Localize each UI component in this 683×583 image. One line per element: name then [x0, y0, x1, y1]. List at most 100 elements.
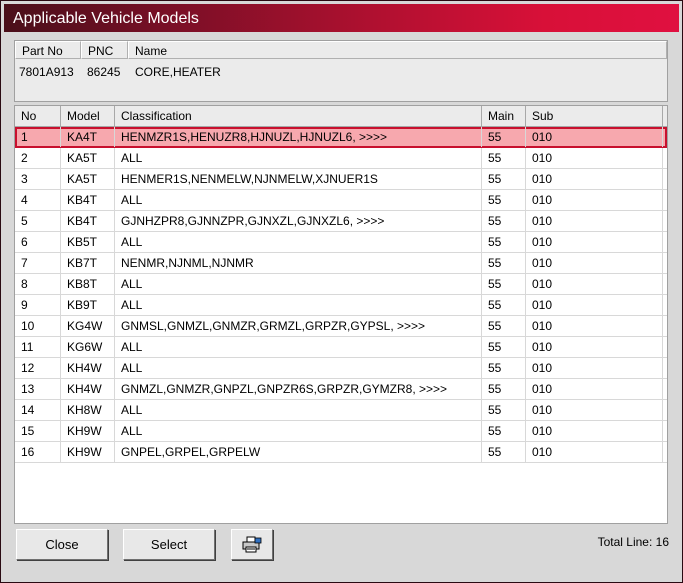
cell-classification: ALL	[115, 274, 482, 294]
cell-sub: 010	[526, 358, 663, 378]
cell-classification: GNMZL,GNMZR,GNPZL,GNPZR6S,GRPZR,GYMZR8, …	[115, 379, 482, 399]
column-header-no[interactable]: No	[15, 106, 61, 127]
cell-filler	[663, 148, 667, 168]
cell-no: 9	[15, 295, 61, 315]
cell-sub: 010	[526, 400, 663, 420]
cell-classification: ALL	[115, 358, 482, 378]
cell-filler	[663, 169, 667, 189]
table-row[interactable]: 8 KB8T ALL 55 010	[15, 274, 667, 295]
cell-model: KB4T	[61, 211, 115, 231]
table-row[interactable]: 16 KH9W GNPEL,GRPEL,GRPELW 55 010	[15, 442, 667, 463]
column-header-model[interactable]: Model	[61, 106, 115, 127]
name-value: CORE,HEATER	[135, 65, 221, 79]
print-button[interactable]	[231, 529, 273, 560]
cell-no: 14	[15, 400, 61, 420]
cell-model: KA4T	[61, 127, 115, 147]
cell-sub: 010	[526, 274, 663, 294]
cell-model: KB4T	[61, 190, 115, 210]
cell-no: 5	[15, 211, 61, 231]
cell-main: 55	[482, 169, 526, 189]
column-header-main[interactable]: Main	[482, 106, 526, 127]
column-header-sub[interactable]: Sub	[526, 106, 663, 127]
cell-sub: 010	[526, 190, 663, 210]
table-row[interactable]: 11 KG6W ALL 55 010	[15, 337, 667, 358]
cell-no: 2	[15, 148, 61, 168]
cell-filler	[663, 190, 667, 210]
cell-sub: 010	[526, 253, 663, 273]
cell-sub: 010	[526, 295, 663, 315]
cell-filler	[663, 316, 667, 336]
cell-model: KA5T	[61, 148, 115, 168]
cell-main: 55	[482, 127, 526, 147]
cell-no: 10	[15, 316, 61, 336]
cell-no: 13	[15, 379, 61, 399]
table-row[interactable]: 7 KB7T NENMR,NJNML,NJNMR 55 010	[15, 253, 667, 274]
table-row[interactable]: 6 KB5T ALL 55 010	[15, 232, 667, 253]
cell-model: KH4W	[61, 358, 115, 378]
cell-filler	[663, 400, 667, 420]
cell-no: 8	[15, 274, 61, 294]
cell-model: KB7T	[61, 253, 115, 273]
cell-sub: 010	[526, 442, 663, 462]
title-bar[interactable]: Applicable Vehicle Models	[4, 4, 679, 32]
cell-filler	[663, 358, 667, 378]
cell-no: 1	[15, 127, 61, 147]
table-row[interactable]: 12 KH4W ALL 55 010	[15, 358, 667, 379]
cell-classification: ALL	[115, 295, 482, 315]
column-header-classification[interactable]: Classification	[115, 106, 482, 127]
cell-classification: ALL	[115, 337, 482, 357]
table-row[interactable]: 9 KB9T ALL 55 010	[15, 295, 667, 316]
close-button[interactable]: Close	[16, 529, 108, 560]
cell-no: 16	[15, 442, 61, 462]
window-title: Applicable Vehicle Models	[13, 10, 199, 27]
cell-sub: 010	[526, 211, 663, 231]
cell-filler	[663, 379, 667, 399]
cell-model: KB8T	[61, 274, 115, 294]
cell-classification: GJNHZPR8,GJNNZPR,GJNXZL,GJNXZL6, >>>>	[115, 211, 482, 231]
cell-filler	[663, 274, 667, 294]
vehicle-models-table: No Model Classification Main Sub 1 KA4T HE…	[14, 105, 668, 524]
cell-main: 55	[482, 232, 526, 252]
pnc-value: 86245	[87, 65, 121, 79]
cell-no: 12	[15, 358, 61, 378]
total-line-count: Total Line: 16	[597, 535, 669, 549]
cell-filler	[663, 232, 667, 252]
cell-no: 7	[15, 253, 61, 273]
table-row[interactable]: 4 KB4T ALL 55 010	[15, 190, 667, 211]
select-button[interactable]: Select	[123, 529, 215, 560]
cell-no: 4	[15, 190, 61, 210]
name-header: Name	[128, 41, 667, 59]
cell-main: 55	[482, 190, 526, 210]
cell-classification: GNPEL,GRPEL,GRPELW	[115, 442, 482, 462]
table-row[interactable]: 15 KH9W ALL 55 010	[15, 421, 667, 442]
cell-model: KH4W	[61, 379, 115, 399]
table-row[interactable]: 3 KA5T HENMER1S,NENMELW,NJNMELW,XJNUER1S 55…	[15, 169, 667, 190]
pnc-header: PNC	[81, 41, 128, 59]
table-header: No Model Classification Main Sub	[15, 106, 667, 127]
cell-filler	[663, 211, 667, 231]
table-row[interactable]: 2 KA5T ALL 55 010	[15, 148, 667, 169]
cell-classification: GNMSL,GNMZL,GNMZR,GRMZL,GRPZR,GYPSL, >>>…	[115, 316, 482, 336]
cell-classification: ALL	[115, 148, 482, 168]
cell-model: KH9W	[61, 421, 115, 441]
cell-main: 55	[482, 379, 526, 399]
cell-model: KB5T	[61, 232, 115, 252]
table-row[interactable]: 13 KH4W GNMZL,GNMZR,GNPZL,GNPZR6S,GRPZR,GY…	[15, 379, 667, 400]
cell-classification: ALL	[115, 400, 482, 420]
cell-no: 15	[15, 421, 61, 441]
cell-main: 55	[482, 211, 526, 231]
cell-model: KB9T	[61, 295, 115, 315]
table-row[interactable]: 10 KG4W GNMSL,GNMZL,GNMZR,GRMZL,GRPZR,GYPS…	[15, 316, 667, 337]
table-row[interactable]: 5 KB4T GJNHZPR8,GJNNZPR,GJNXZL,GJNXZL6, >>…	[15, 211, 667, 232]
cell-model: KG4W	[61, 316, 115, 336]
cell-model: KG6W	[61, 337, 115, 357]
cell-main: 55	[482, 316, 526, 336]
table-row[interactable]: 1 KA4T HENMZR1S,HENUZR8,HJNUZL,HJNUZL6, >>…	[15, 127, 667, 148]
applicable-vehicle-models-window: Applicable Vehicle Models Part No PNC Na…	[0, 0, 683, 583]
table-row[interactable]: 14 KH8W ALL 55 010	[15, 400, 667, 421]
cell-main: 55	[482, 274, 526, 294]
cell-sub: 010	[526, 148, 663, 168]
cell-main: 55	[482, 358, 526, 378]
cell-sub: 010	[526, 127, 663, 147]
cell-main: 55	[482, 253, 526, 273]
